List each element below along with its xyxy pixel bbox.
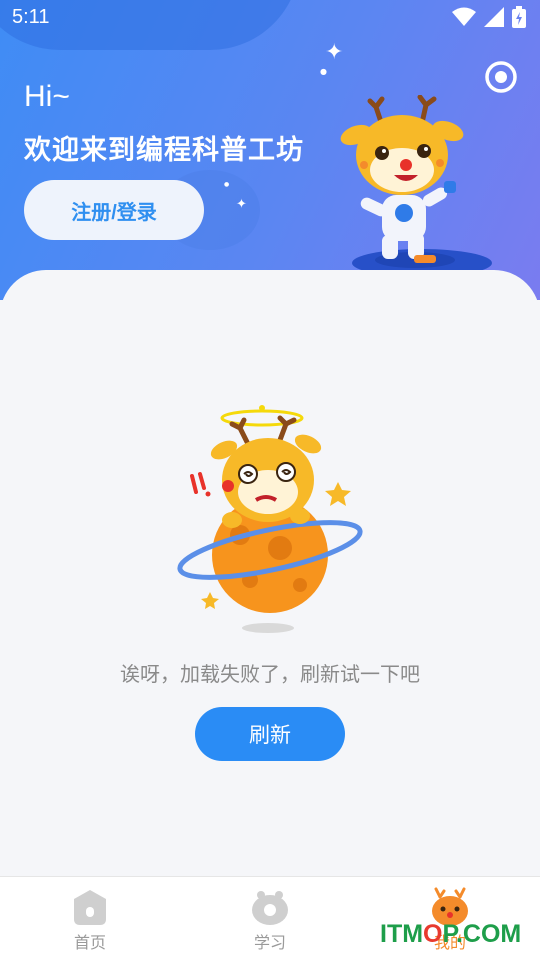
status-time: 5:11 bbox=[12, 6, 50, 28]
watermark: ITMOP.COM bbox=[380, 920, 521, 949]
watermark-suffix: P.COM bbox=[442, 920, 522, 948]
tab-study[interactable]: 学习 bbox=[180, 877, 360, 960]
home-icon bbox=[74, 890, 106, 925]
refresh-button[interactable]: 刷新 bbox=[195, 707, 345, 761]
battery-icon bbox=[512, 6, 526, 28]
sparkle-icon: ● bbox=[320, 67, 327, 76]
watermark-o: O bbox=[423, 920, 443, 948]
sparkle-icon: ✦ bbox=[325, 40, 344, 65]
sparkle-icon: ✦ bbox=[236, 197, 247, 212]
tab-home[interactable]: 首页 bbox=[0, 877, 180, 960]
tab-home-label: 首页 bbox=[73, 933, 106, 952]
sparkle-icon: ● bbox=[224, 181, 230, 188]
greeting-text: Hi~ bbox=[24, 80, 70, 113]
status-bar: 5:11 bbox=[0, 0, 540, 36]
header-banner: ✦ ● ✦ ● Hi~ 欢迎来到编程科普工坊 注册/登录 bbox=[0, 0, 540, 300]
load-failed-illustration bbox=[177, 405, 363, 633]
tab-study-label: 学习 bbox=[253, 933, 286, 952]
study-icon bbox=[252, 891, 288, 925]
deer-mascot-illustration bbox=[340, 95, 492, 275]
status-icons bbox=[452, 6, 526, 28]
watermark-prefix: ITM bbox=[380, 920, 424, 948]
login-register-button[interactable]: 注册/登录 bbox=[24, 180, 204, 240]
settings-icon[interactable] bbox=[484, 60, 518, 94]
signal-icon bbox=[484, 7, 504, 27]
wifi-icon bbox=[452, 7, 476, 26]
welcome-title: 欢迎来到编程科普工坊 bbox=[24, 135, 304, 166]
error-message: 诶呀，加载失败了，刷新试一下吧 bbox=[120, 662, 420, 686]
